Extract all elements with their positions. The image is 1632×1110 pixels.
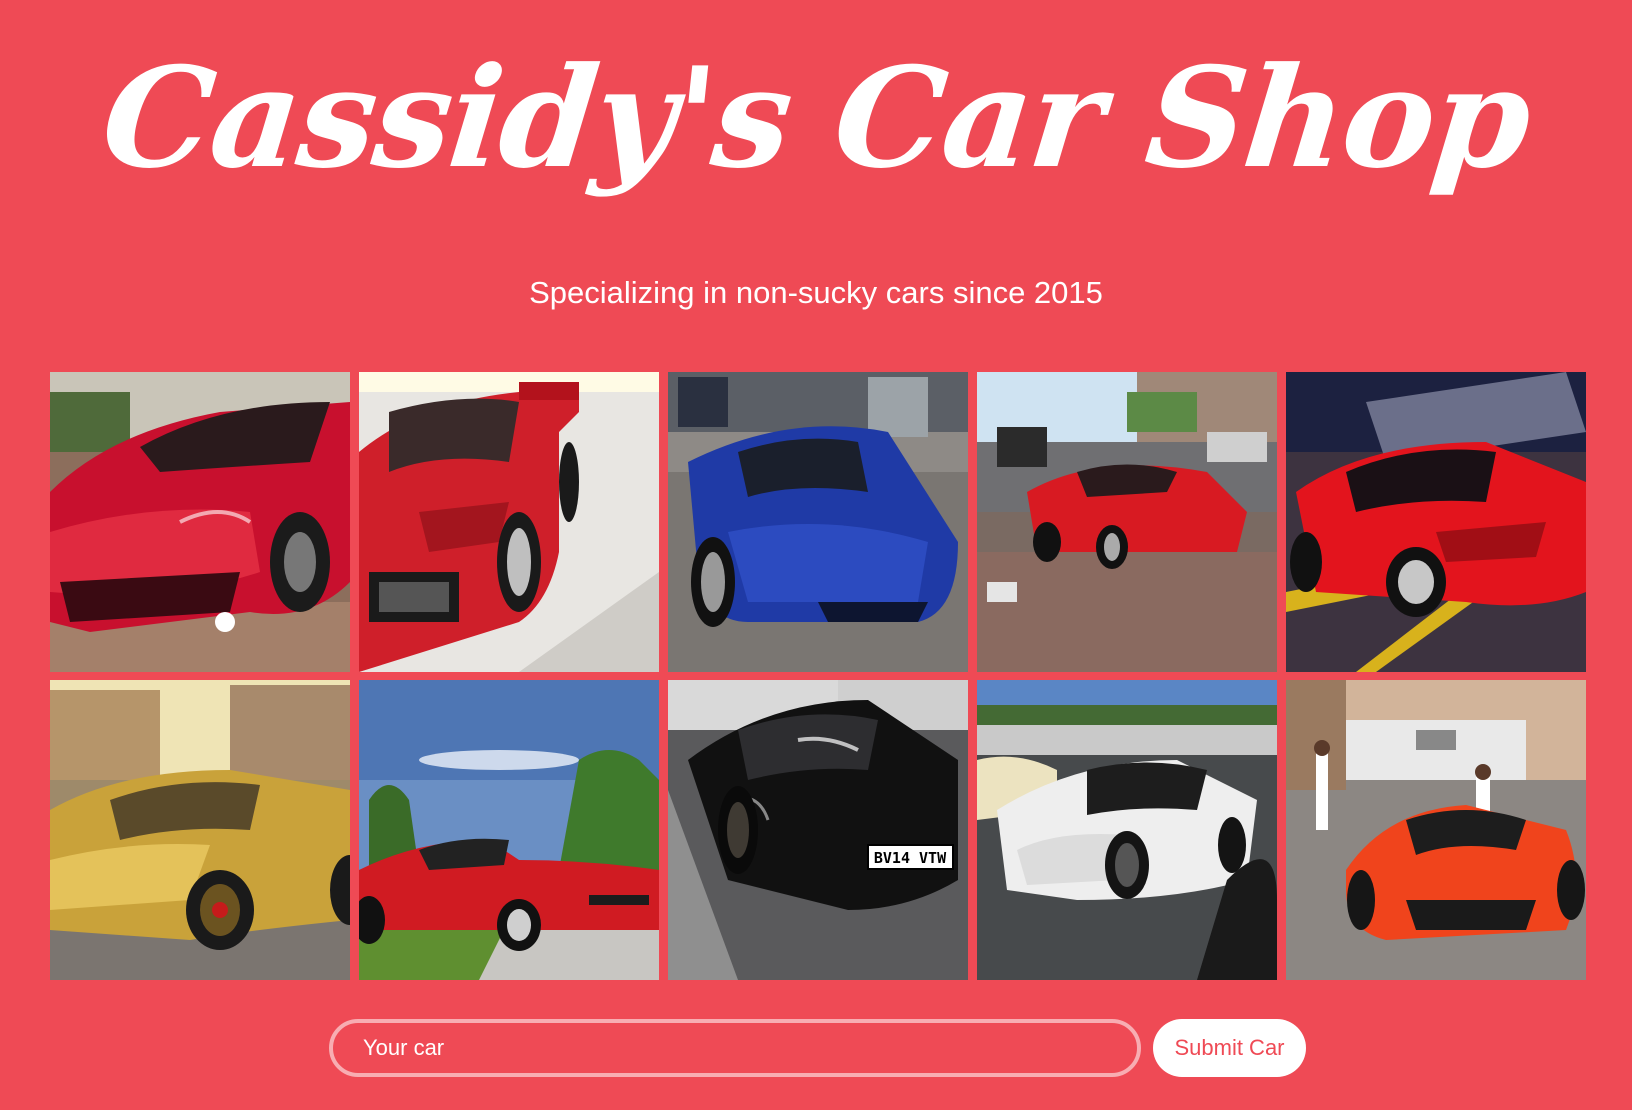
page: Cassidy's Car Shop Specializing in non-s… xyxy=(0,0,1632,1110)
car-photo-blue-ferrari-458 xyxy=(668,372,968,672)
car-photo-red-ferrari-f40 xyxy=(359,372,659,672)
car-photo-red-ferrari-458-street xyxy=(977,372,1277,672)
car-photo-red-ferrari-f12 xyxy=(50,372,350,672)
car-gallery: BV14 VTW xyxy=(50,372,1586,980)
car-photo-orange-laferrari xyxy=(1286,680,1586,980)
car-input[interactable] xyxy=(329,1019,1141,1077)
car-submit-form: Submit Car xyxy=(329,1019,1306,1077)
license-plate: BV14 VTW xyxy=(874,849,947,867)
car-photo-gold-ferrari xyxy=(50,680,350,980)
car-photo-white-ferrari-599 xyxy=(977,680,1277,980)
car-photo-red-ferrari-458-parking xyxy=(1286,372,1586,672)
submit-car-button[interactable]: Submit Car xyxy=(1153,1019,1306,1077)
car-photo-red-ferrari-gto xyxy=(359,680,659,980)
page-subtitle: Specializing in non-sucky cars since 201… xyxy=(529,275,1103,310)
page-title: Cassidy's Car Shop xyxy=(95,36,1537,199)
car-photo-black-ferrari-f12: BV14 VTW xyxy=(668,680,968,980)
